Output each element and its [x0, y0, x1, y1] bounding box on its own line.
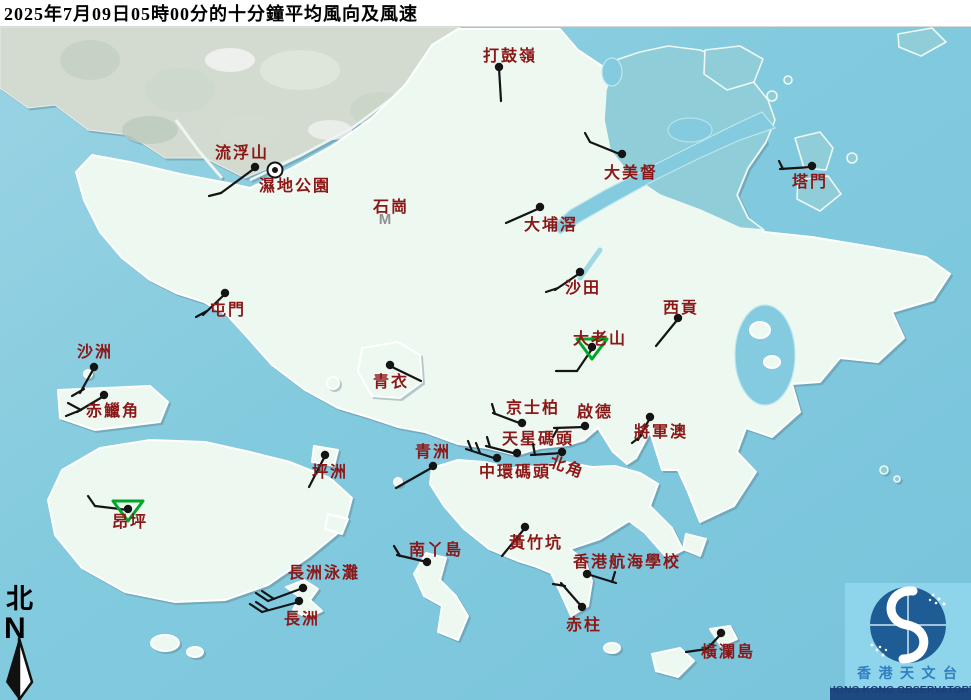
station-label[interactable]: 坪洲 — [312, 463, 348, 481]
station-label[interactable]: 打鼓嶺 — [483, 46, 537, 65]
station-dot[interactable] — [521, 523, 529, 531]
station-label[interactable]: 橫瀾島 — [701, 642, 755, 661]
station-label[interactable]: 沙田 — [565, 279, 601, 297]
station-label[interactable]: 天星碼頭 — [502, 430, 574, 448]
compass-cn-label: 北 — [6, 584, 33, 614]
sharp-island — [764, 356, 780, 368]
station-dot[interactable] — [124, 505, 132, 513]
hong-kong-map: 打鼓嶺流浮山濕地公園M石崗大美督塔門大埔滘沙田西貢大老山屯門沙洲赤鱲角青衣京士柏… — [0, 0, 971, 700]
station-label[interactable]: 將軍澳 — [634, 422, 688, 441]
station-dot[interactable] — [100, 391, 108, 399]
station-dot[interactable] — [386, 361, 394, 369]
station-dot[interactable] — [321, 451, 329, 459]
station-label[interactable]: 西貢 — [663, 299, 699, 317]
station-dot[interactable] — [581, 422, 589, 430]
station-dot[interactable] — [583, 570, 591, 578]
station-label[interactable]: 青洲 — [415, 442, 451, 461]
station-label[interactable]: 青衣 — [373, 372, 409, 391]
station-label[interactable]: 屯門 — [210, 300, 246, 319]
station-dot[interactable] — [493, 454, 501, 462]
station-dot[interactable] — [618, 150, 626, 158]
station-label[interactable]: 香港航海學校 — [572, 552, 681, 571]
station-label[interactable]: 石崗 — [372, 197, 409, 216]
station-label[interactable]: 赤柱 — [566, 615, 602, 634]
compass-en-label: N — [4, 612, 26, 645]
station-label[interactable]: 流浮山 — [215, 143, 269, 162]
station-dot[interactable] — [808, 162, 816, 170]
station-label[interactable]: 昂坪 — [112, 513, 148, 531]
station-dot[interactable] — [295, 597, 303, 605]
station-dot[interactable] — [578, 603, 586, 611]
wind-map-app: 打鼓嶺流浮山濕地公園M石崗大美督塔門大埔滘沙田西貢大老山屯門沙洲赤鱲角青衣京士柏… — [0, 0, 971, 700]
station-dot[interactable] — [221, 289, 229, 297]
station-dot[interactable] — [251, 163, 259, 171]
port-shelter — [735, 305, 795, 405]
station-label[interactable]: 啟德 — [577, 402, 613, 421]
station-dot[interactable] — [717, 629, 725, 637]
starling-inlet — [602, 58, 622, 86]
station-label[interactable]: 大老山 — [573, 329, 627, 348]
station-dot[interactable] — [576, 268, 584, 276]
station-dot[interactable] — [518, 419, 526, 427]
station-label[interactable]: 大埔滘 — [524, 215, 578, 234]
station-dot[interactable] — [646, 413, 654, 421]
map-title: 2025年7月09日05時00分的十分鐘平均風向及風速 — [4, 0, 418, 26]
station-dot[interactable] — [536, 203, 544, 211]
station-dot[interactable] — [558, 448, 566, 456]
map-title-bar: 2025年7月09日05時00分的十分鐘平均風向及風速 — [0, 0, 971, 27]
station-label[interactable]: 黃竹坑 — [508, 533, 563, 552]
station-label[interactable]: 赤鱲角 — [86, 401, 140, 420]
hko-name-cn: 香 港 天 文 台 — [856, 665, 959, 682]
station-label[interactable]: 沙洲 — [77, 343, 113, 361]
station-dot[interactable] — [90, 363, 98, 371]
station-dot[interactable] — [299, 584, 307, 592]
hko-logo-graphic: 香 港 天 文 台 HONG KONG OBSERVATORY — [830, 583, 971, 700]
station-label[interactable]: 南丫島 — [409, 540, 463, 559]
hko-name-en: HONG KONG OBSERVATORY — [830, 684, 971, 696]
station-label[interactable]: 中環碼頭 — [479, 462, 551, 481]
hko-logo: 香 港 天 文 台 HONG KONG OBSERVATORY — [830, 583, 971, 700]
station-dot[interactable] — [513, 449, 521, 457]
station-dot[interactable] — [429, 462, 437, 470]
station-label[interactable]: 塔門 — [792, 172, 828, 191]
station-label[interactable]: 濕地公園 — [259, 176, 331, 195]
kau-sai-chau — [750, 322, 770, 338]
station-label[interactable]: 京士柏 — [506, 398, 560, 417]
station-dot[interactable] — [423, 558, 431, 566]
calm-marker-inner — [272, 167, 278, 173]
station-label[interactable]: 長洲泳灘 — [288, 563, 360, 582]
station-label[interactable]: 大美督 — [604, 163, 658, 182]
station-label[interactable]: 長洲 — [284, 610, 320, 628]
